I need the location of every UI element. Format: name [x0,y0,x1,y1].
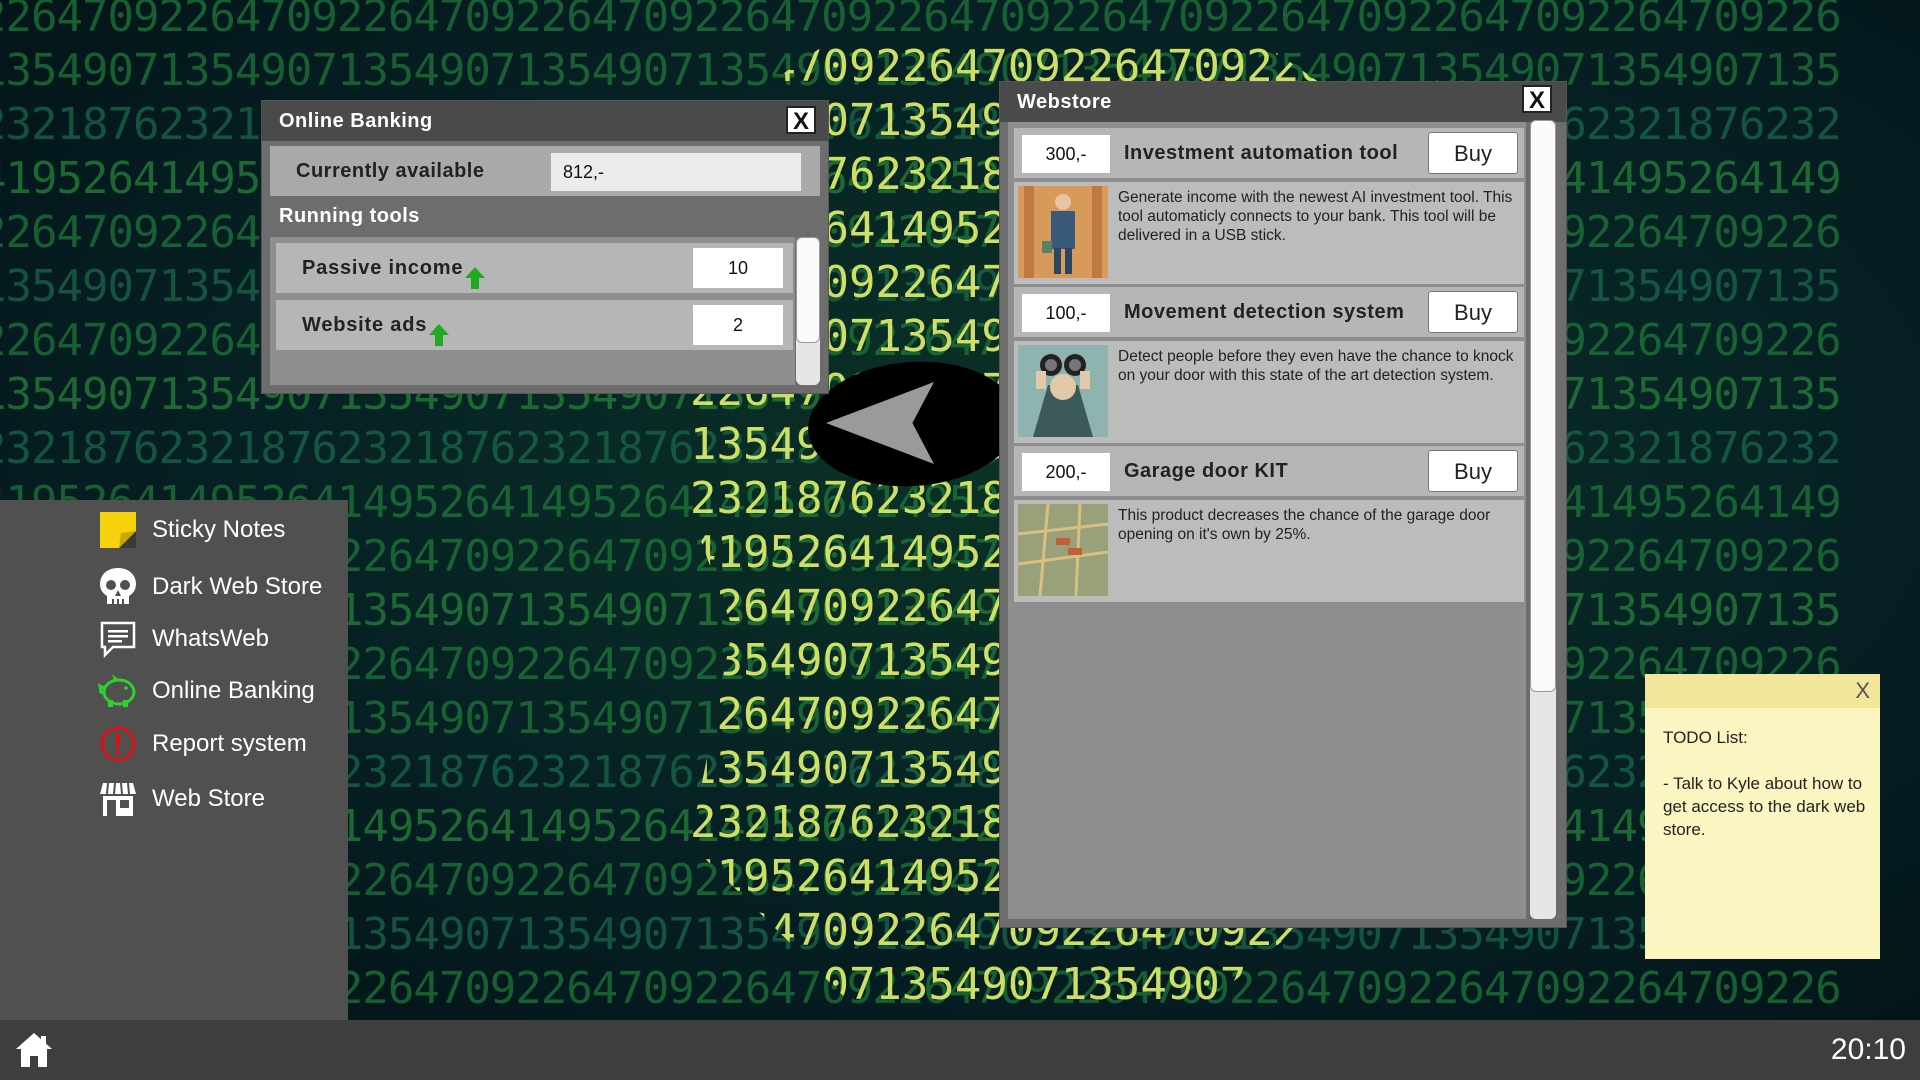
skull-icon [98,567,138,607]
buy-button[interactable]: Buy [1428,450,1518,492]
tool-row-passive-income: Passive income 10 [276,243,793,293]
store-icon [98,779,138,819]
menu-item-online-banking[interactable]: Online Banking [98,668,315,714]
tool-name: Website ads [302,300,450,350]
tools-scroll-thumb[interactable] [796,237,820,343]
home-icon[interactable] [14,1030,54,1070]
product-description: This product decreases the chance of the… [1118,507,1491,543]
product-name: Investment automation tool [1124,142,1399,164]
product-header: 100,- Movement detection system Buy [1014,287,1524,337]
chat-icon [98,619,138,659]
menu-item-label: Online Banking [152,677,315,704]
taskbar: 20:10 [0,1020,1920,1080]
product-body: This product decreases the chance of the… [1014,500,1524,602]
webstore-window: Webstore X 300,- Investment automation t… [1000,82,1566,927]
product-body: Detect people before they even have the … [1014,341,1524,443]
available-value: 812,- [551,153,801,191]
product-header: 300,- Investment automation tool Buy [1014,128,1524,178]
product-item: 300,- Investment automation tool Buy Gen… [1014,128,1524,284]
webstore-scrollbar[interactable] [1530,120,1556,919]
sticky-note[interactable]: X TODO List: - Talk to Kyle about how to… [1645,674,1880,959]
available-label: Currently available [296,160,485,182]
webstore-scroll-thumb[interactable] [1530,120,1556,692]
garage-map-image [1018,504,1108,596]
app-launcher-sidebar: Sticky Notes Dark Web Store WhatsWeb Onl… [0,500,348,1020]
banking-close-button[interactable]: X [786,106,816,135]
webstore-close-button[interactable]: X [1522,85,1552,114]
sticky-note-text[interactable]: TODO List: - Talk to Kyle about how to g… [1663,726,1868,841]
menu-item-label: Dark Web Store [152,573,323,600]
product-body: Generate income with the newest AI inves… [1014,182,1524,284]
tool-value: 2 [693,305,783,345]
tool-value: 10 [693,248,783,288]
product-header: 200,- Garage door KIT Buy [1014,446,1524,496]
running-tools-list: Passive income 10 Website ads 2 [270,237,795,385]
online-banking-window: Online Banking X Currently available 812… [262,101,828,393]
product-price: 300,- [1022,135,1110,173]
menu-item-report-system[interactable]: Report system [98,721,307,767]
buy-button[interactable]: Buy [1428,291,1518,333]
product-name: Movement detection system [1124,301,1405,323]
menu-item-label: WhatsWeb [152,625,269,652]
buy-button[interactable]: Buy [1428,132,1518,174]
clock: 20:10 [1830,1033,1906,1066]
businessman-image [1018,186,1108,278]
binoculars-image [1018,345,1108,437]
webstore-title: Webstore [1017,91,1112,113]
product-price: 200,- [1022,453,1110,491]
menu-item-dark-web-store[interactable]: Dark Web Store [98,564,322,610]
menu-item-label: Report system [152,730,307,757]
banking-titlebar[interactable]: Online Banking [262,101,828,141]
running-tools-title: Running tools [279,205,420,227]
menu-item-web-store[interactable]: Web Store [98,776,265,822]
webstore-titlebar[interactable]: Webstore [1000,82,1566,122]
menu-item-label: Web Store [152,785,265,812]
product-list: 300,- Investment automation tool Buy Gen… [1008,122,1526,919]
tool-row-website-ads: Website ads 2 [276,300,793,350]
product-description: Generate income with the newest AI inves… [1118,189,1513,244]
menu-item-whatsweb[interactable]: WhatsWeb [98,616,269,662]
sticky-note-icon [98,510,138,550]
product-name: Garage door KIT [1124,460,1289,482]
alert-icon [98,724,138,764]
available-row: Currently available 812,- [270,146,820,196]
product-description: Detect people before they even have the … [1118,348,1514,384]
menu-item-sticky-notes[interactable]: Sticky Notes [98,507,285,553]
product-item: 200,- Garage door KIT Buy This product d… [1014,446,1524,602]
sticky-close-button[interactable]: X [1855,678,1870,704]
menu-item-label: Sticky Notes [152,516,286,543]
sticky-note-titlebar[interactable]: X [1645,674,1880,708]
piggy-bank-icon [98,671,138,711]
product-item: 100,- Movement detection system Buy Dete… [1014,287,1524,443]
product-price: 100,- [1022,294,1110,332]
tool-name: Passive income [302,243,486,293]
tools-scrollbar[interactable] [796,237,820,385]
banking-title: Online Banking [279,110,433,132]
